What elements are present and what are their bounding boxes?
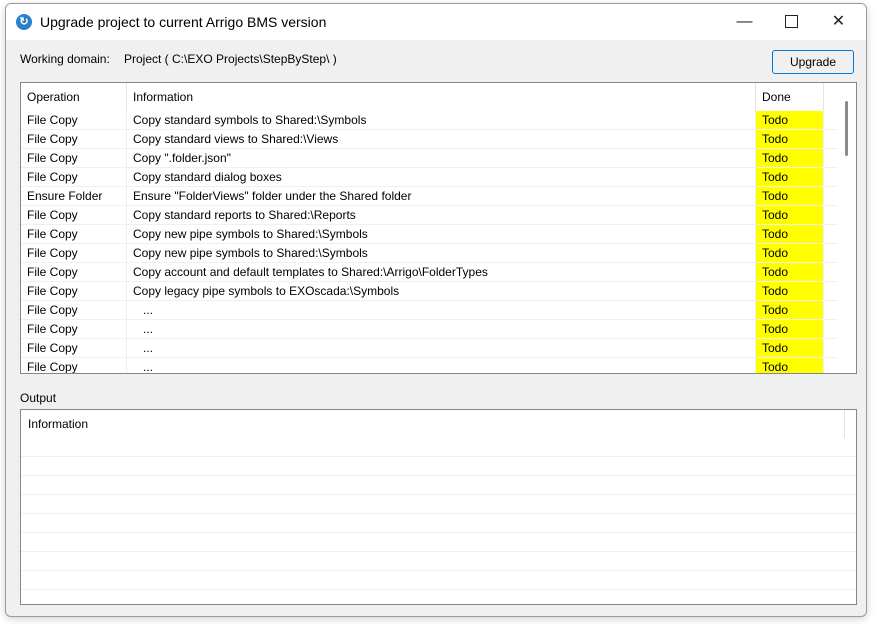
table-row[interactable]: File Copy Copy standard dialog boxes Todo	[21, 168, 837, 187]
cell-information: Copy new pipe symbols to Shared:\Symbols	[127, 225, 756, 243]
cell-information: Copy ".folder.json"	[127, 149, 756, 167]
cell-operation: File Copy	[21, 301, 127, 319]
cell-done: Todo	[756, 244, 824, 262]
cell-operation: File Copy	[21, 206, 127, 224]
cell-done: Todo	[756, 263, 824, 281]
output-row	[21, 571, 856, 590]
cell-information: Ensure "FolderViews" folder under the Sh…	[127, 187, 756, 205]
table-row[interactable]: File Copy Copy standard reports to Shared…	[21, 206, 837, 225]
cell-operation: File Copy	[21, 263, 127, 281]
cell-information: ...	[127, 358, 756, 373]
column-header-done[interactable]: Done	[756, 83, 824, 111]
cell-information: ...	[127, 320, 756, 338]
table-row[interactable]: File Copy ... Todo	[21, 358, 837, 373]
output-grid[interactable]: Information	[20, 409, 857, 605]
cell-operation: File Copy	[21, 168, 127, 186]
cell-done: Todo	[756, 149, 824, 167]
minimize-button[interactable]: —	[721, 4, 768, 40]
cell-operation: File Copy	[21, 358, 127, 373]
table-row[interactable]: File Copy ... Todo	[21, 301, 837, 320]
arrigo-app-icon: ↻	[16, 14, 32, 30]
cell-operation: File Copy	[21, 244, 127, 262]
table-row[interactable]: File Copy Copy new pipe symbols to Shared…	[21, 244, 837, 263]
cell-done: Todo	[756, 225, 824, 243]
table-row[interactable]: File Copy Copy ".folder.json" Todo	[21, 149, 837, 168]
table-row[interactable]: File Copy ... Todo	[21, 339, 837, 358]
cell-information: Copy standard dialog boxes	[127, 168, 756, 186]
cell-operation: File Copy	[21, 282, 127, 300]
cell-information: Copy account and default templates to Sh…	[127, 263, 756, 281]
cell-done: Todo	[756, 206, 824, 224]
cell-operation: Ensure Folder	[21, 187, 127, 205]
grid-header: Operation Information Done	[21, 83, 837, 111]
cell-operation: File Copy	[21, 149, 127, 167]
cell-operation: File Copy	[21, 320, 127, 338]
cell-operation: File Copy	[21, 339, 127, 357]
cell-information: Copy legacy pipe symbols to EXOscada:\Sy…	[127, 282, 756, 300]
cell-information: ...	[127, 339, 756, 357]
column-header-information[interactable]: Information	[127, 83, 756, 111]
table-row[interactable]: File Copy Copy new pipe symbols to Shared…	[21, 225, 837, 244]
cell-operation: File Copy	[21, 225, 127, 243]
table-row[interactable]: File Copy Copy account and default templa…	[21, 263, 837, 282]
output-row	[21, 514, 856, 533]
cell-operation: File Copy	[21, 130, 127, 148]
column-header-filler	[824, 83, 837, 111]
column-header-operation[interactable]: Operation	[21, 83, 127, 111]
maximize-icon	[785, 15, 798, 29]
table-row[interactable]: File Copy Copy legacy pipe symbols to EXO…	[21, 282, 837, 301]
table-row[interactable]: File Copy Copy standard views to Shared:\…	[21, 130, 837, 149]
table-row[interactable]: File Copy Copy standard symbols to Shared…	[21, 111, 837, 130]
cell-information: Copy standard reports to Shared:\Reports	[127, 206, 756, 224]
cell-done: Todo	[756, 358, 824, 373]
cell-information: Copy new pipe symbols to Shared:\Symbols	[127, 244, 756, 262]
output-label: Output	[20, 391, 57, 405]
table-row[interactable]: Ensure Folder Ensure "FolderViews" folder…	[21, 187, 837, 206]
working-domain-label: Working domain:	[20, 52, 110, 66]
cell-done: Todo	[756, 320, 824, 338]
output-row	[21, 495, 856, 514]
cell-done: Todo	[756, 282, 824, 300]
operations-grid[interactable]: Operation Information Done File Copy Copy…	[20, 82, 857, 374]
cell-done: Todo	[756, 301, 824, 319]
title-bar: ↻ Upgrade project to current Arrigo BMS …	[6, 4, 866, 40]
cell-done: Todo	[756, 339, 824, 357]
table-row[interactable]: File Copy ... Todo	[21, 320, 837, 339]
cell-information: Copy standard symbols to Shared:\Symbols	[127, 111, 756, 129]
cell-information: Copy standard views to Shared:\Views	[127, 130, 756, 148]
cell-done: Todo	[756, 168, 824, 186]
output-row	[21, 552, 856, 571]
output-rows	[21, 438, 856, 604]
upgrade-button[interactable]: Upgrade	[772, 50, 854, 74]
maximize-button[interactable]	[768, 4, 815, 40]
cell-information: ...	[127, 301, 756, 319]
cell-operation: File Copy	[21, 111, 127, 129]
output-column-header-information[interactable]: Information	[21, 410, 845, 438]
grid-rows: File Copy Copy standard symbols to Shared…	[21, 111, 837, 373]
upgrade-dialog: ↻ Upgrade project to current Arrigo BMS …	[5, 3, 867, 617]
output-row	[21, 590, 856, 604]
cell-done: Todo	[756, 130, 824, 148]
output-row	[21, 457, 856, 476]
scrollbar-thumb[interactable]	[845, 101, 848, 156]
cell-done: Todo	[756, 111, 824, 129]
window-title: Upgrade project to current Arrigo BMS ve…	[40, 14, 327, 30]
cell-done: Todo	[756, 187, 824, 205]
output-row	[21, 476, 856, 495]
close-button[interactable]: ✕	[815, 4, 862, 40]
grid-vertical-scrollbar[interactable]	[837, 83, 856, 373]
output-row	[21, 533, 856, 552]
output-row	[21, 438, 856, 457]
working-domain-value: Project ( C:\EXO Projects\StepByStep\ )	[124, 52, 337, 66]
